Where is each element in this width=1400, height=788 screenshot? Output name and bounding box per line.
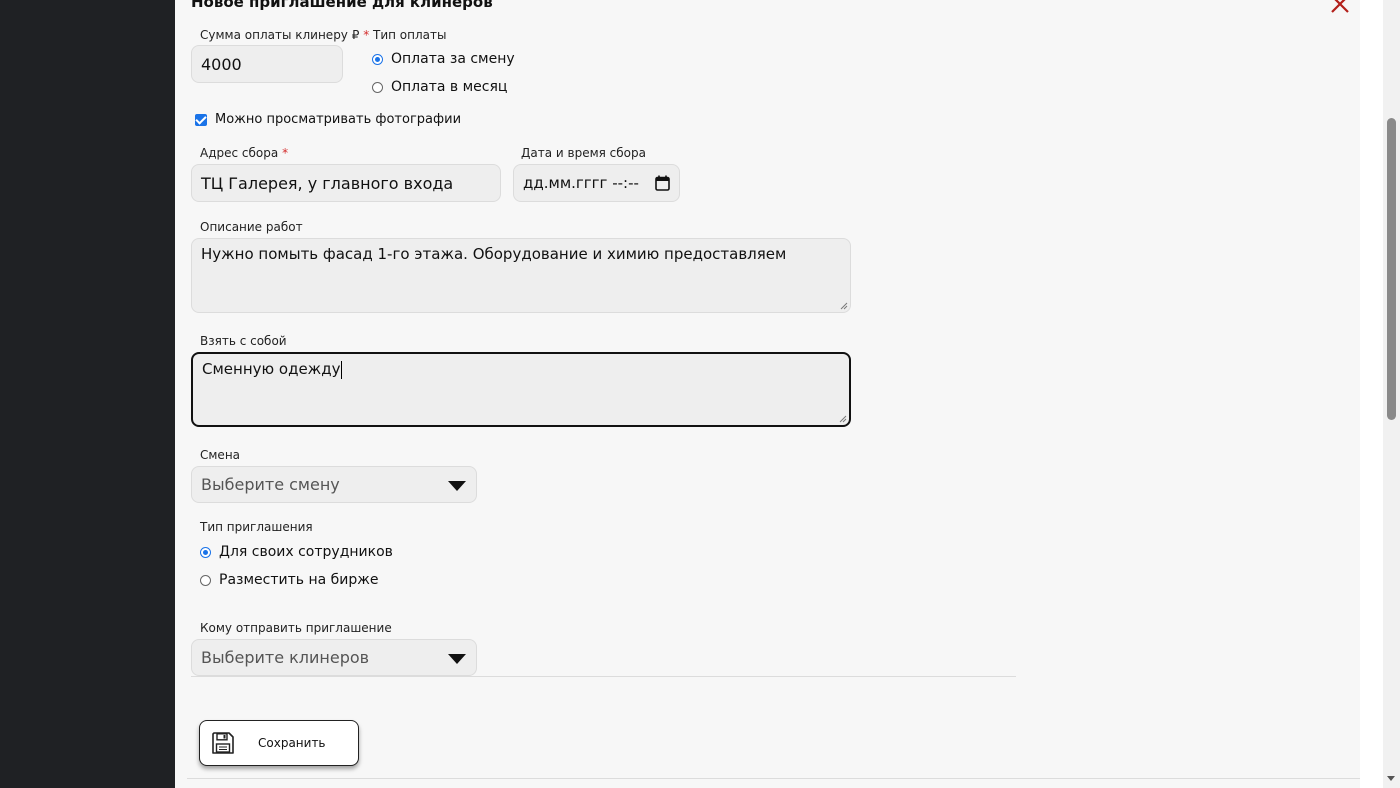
address-input[interactable]: ТЦ Галерея, у главного входа [191, 164, 501, 202]
floppy-disk-icon [212, 732, 234, 754]
chevron-down-icon [448, 654, 466, 664]
datetime-value: дд.мм.гггг --:-- [523, 174, 639, 192]
recipients-placeholder: Выберите клинеров [201, 648, 370, 667]
scroll-down-arrow-icon[interactable] [1387, 776, 1395, 781]
payment-amount-label-text: Сумма оплаты клинеру ₽ [200, 28, 360, 42]
bring-textarea[interactable]: Сменную одежду [191, 352, 851, 427]
description-value: Нужно помыть фасад 1-го этажа. Оборудова… [201, 245, 787, 263]
left-sidebar [0, 0, 175, 788]
payment-type-per-month-label: Оплата в месяц [391, 79, 508, 95]
required-mark: * [363, 28, 370, 42]
shift-placeholder: Выберите смену [201, 475, 340, 494]
save-button-label: Сохранить [258, 736, 326, 750]
form-divider [191, 676, 1016, 677]
shift-select[interactable]: Выберите смену [191, 466, 477, 503]
payment-amount-label: Сумма оплаты клинеру ₽ * [200, 28, 369, 42]
payment-type-per-shift-label: Оплата за смену [391, 51, 515, 67]
text-caret [341, 360, 343, 379]
bring-value: Сменную одежду [202, 360, 341, 378]
payment-amount-value: 4000 [201, 54, 242, 74]
invite-type-own-staff[interactable]: Для своих сотрудников [200, 544, 393, 560]
payment-type-per-shift[interactable]: Оплата за смену [372, 51, 515, 67]
address-label-text: Адрес сбора [200, 146, 279, 160]
bring-label: Взять с собой [200, 334, 287, 348]
description-label: Описание работ [200, 220, 303, 234]
invite-type-exchange-label: Разместить на бирже [219, 572, 379, 588]
radio-exchange[interactable] [200, 574, 211, 586]
dialog-title: Новое приглашение для клинеров [191, 0, 493, 11]
recipients-select[interactable]: Выберите клинеров [191, 639, 477, 676]
address-value: ТЦ Галерея, у главного входа [201, 173, 454, 193]
required-mark: * [282, 146, 289, 160]
payment-type-per-month[interactable]: Оплата в месяц [372, 79, 507, 95]
radio-own-staff[interactable] [200, 546, 211, 558]
chevron-down-icon [448, 481, 466, 491]
payment-type-label: Тип оплаты [373, 28, 447, 42]
bring-value-wrap: Сменную одежду [202, 360, 343, 379]
recipients-label: Кому отправить приглашение [200, 621, 392, 635]
payment-amount-input[interactable]: 4000 [191, 45, 343, 83]
radio-per-month[interactable] [372, 81, 383, 93]
radio-per-shift[interactable] [372, 53, 383, 65]
invite-type-own-staff-label: Для своих сотрудников [219, 544, 393, 560]
photos-checkbox[interactable] [195, 113, 207, 126]
datetime-input[interactable]: дд.мм.гггг --:-- [513, 164, 680, 202]
photos-checkbox-label: Можно просматривать фотографии [215, 112, 462, 127]
invite-type-label: Тип приглашения [200, 520, 313, 534]
invite-type-exchange[interactable]: Разместить на бирже [200, 572, 378, 588]
save-button[interactable]: Сохранить [199, 720, 359, 766]
scrollbar-thumb[interactable] [1387, 118, 1396, 420]
close-icon[interactable] [1328, 0, 1352, 16]
photos-checkbox-row[interactable]: Можно просматривать фотографии [195, 112, 461, 127]
shift-label: Смена [200, 448, 241, 462]
resize-handle-icon[interactable] [840, 302, 848, 310]
address-label: Адрес сбора * [200, 146, 288, 160]
datetime-label: Дата и время сбора [521, 146, 646, 160]
scrollbar[interactable] [1383, 0, 1400, 788]
calendar-icon[interactable] [655, 175, 670, 191]
resize-handle-icon[interactable] [839, 415, 847, 423]
right-gutter [1360, 0, 1383, 788]
bottom-divider [187, 778, 1360, 779]
description-textarea[interactable]: Нужно помыть фасад 1-го этажа. Оборудова… [191, 238, 851, 313]
